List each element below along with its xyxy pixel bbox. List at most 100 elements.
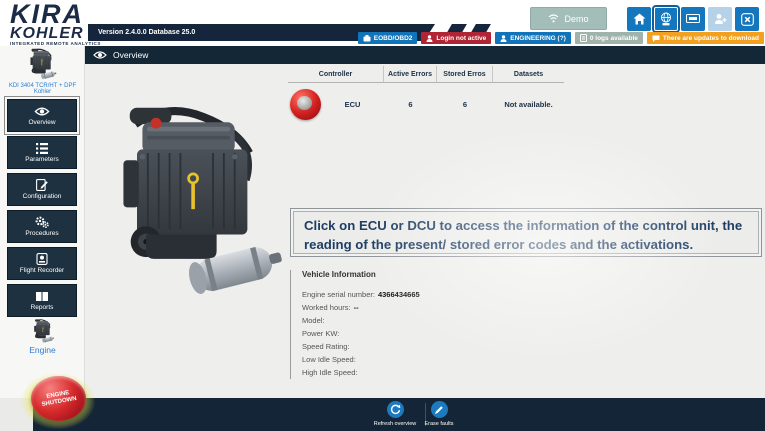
vehicle-info-row: Engine serial number:4366434665 [302, 288, 590, 301]
eraser-icon [434, 405, 444, 415]
field-label: Speed Rating: [302, 342, 350, 351]
table-header-controller: Controller [288, 66, 384, 82]
logs-icon [580, 34, 587, 42]
device-button[interactable] [681, 7, 705, 31]
table-header-stored-errors: Stored Erros [437, 66, 493, 82]
field-label: Worked hours: [302, 303, 351, 312]
table-header-datasets: Datasets [493, 66, 564, 82]
field-label: High Idle Speed: [302, 368, 357, 377]
vehicle-info-panel: Vehicle Information Engine serial number… [290, 270, 590, 379]
engine-image [99, 92, 289, 310]
add-user-icon [714, 13, 727, 25]
home-button[interactable] [627, 7, 651, 31]
vehicle-info-row: Model: [302, 314, 590, 327]
toolbar-icons [627, 7, 759, 31]
logo-kira-text: KIRA [10, 2, 120, 26]
demo-button[interactable]: Demo [530, 7, 607, 30]
eye-icon [93, 50, 107, 60]
page-title: Overview [113, 50, 148, 60]
demo-button-label: Demo [564, 14, 588, 24]
badge-updates[interactable]: There are updates to download [647, 32, 764, 44]
table-row-ecu[interactable]: ECU 6 6 Not available. [288, 83, 564, 125]
vehicle-info-row: Low Idle Speed: [302, 353, 590, 366]
badge-login-label: Login not active [436, 35, 486, 42]
engine-model-link[interactable]: KDI 3404 TCR/HT + DPF Kohler [0, 83, 85, 95]
ecu-icon[interactable] [290, 89, 321, 120]
footer-bar: Refresh overview Erase faults [33, 398, 765, 431]
field-label: Model: [302, 316, 325, 325]
ecu-active-errors: 6 [384, 100, 437, 109]
sidebar-item-reports[interactable]: Reports [7, 284, 77, 317]
add-user-button[interactable] [708, 7, 732, 31]
book-icon [35, 291, 49, 302]
sidebar-item-label: Flight Recorder [20, 267, 64, 274]
badge-logs[interactable]: 0 logs available [575, 32, 643, 44]
erase-faults-button[interactable]: Erase faults [409, 401, 469, 427]
user-icon [500, 35, 507, 42]
chat-icon [652, 35, 660, 42]
vehicle-info-row: Speed Rating: [302, 340, 590, 353]
device-icon [686, 14, 700, 25]
gears-icon [35, 216, 49, 228]
engine-icon [19, 318, 67, 344]
field-label: Low Idle Speed: [302, 355, 356, 364]
engine-thumbnail [11, 47, 73, 81]
edit-page-icon [36, 179, 48, 191]
sidebar-item-configuration[interactable]: Configuration [7, 173, 77, 206]
network-globe-icon [659, 12, 673, 26]
field-value: 4366434665 [378, 290, 420, 299]
logo-kohler-text: KOHLER [10, 26, 84, 41]
list-icon [36, 143, 48, 154]
obd-connector-icon [363, 35, 371, 42]
eye-icon [34, 106, 50, 117]
wifi-icon [548, 14, 559, 23]
sidebar-item-label: Parameters [25, 156, 59, 163]
vehicle-info-title: Vehicle Information [302, 270, 590, 279]
sidebar-item-overview[interactable]: Overview [7, 99, 77, 132]
badge-updates-label: There are updates to download [663, 35, 759, 42]
vehicle-info-row: High Idle Speed: [302, 366, 590, 379]
erase-faults-label: Erase faults [409, 421, 469, 427]
vehicle-info-row: Power KW: [302, 327, 590, 340]
engine-section-label: Engine [0, 345, 85, 355]
page-header: Overview [85, 46, 765, 64]
home-icon [633, 13, 646, 25]
kira-diagnostics-window: KIRA KOHLER INTEGRATED REMOTE ANALYTICS … [0, 0, 765, 431]
close-app-button[interactable] [735, 7, 759, 31]
sidebar-item-flight-recorder[interactable]: Flight Recorder [7, 247, 77, 280]
ecu-name: ECU [321, 100, 384, 109]
shutdown-label: ENGINE SHUTDOWN [40, 389, 77, 409]
status-badges: EOBD/OBD2 Login not active ENGINEERING (… [358, 32, 764, 44]
sidebar: KDI 3404 TCR/HT + DPF Kohler Overview Pa… [0, 46, 85, 398]
network-button[interactable] [654, 7, 678, 31]
sidebar-item-label: Reports [31, 304, 54, 311]
badge-eobd[interactable]: EOBD/OBD2 [358, 32, 418, 44]
field-label: Power KW: [302, 329, 339, 338]
recorder-icon [36, 253, 48, 265]
badge-eobd-label: EOBD/OBD2 [374, 35, 413, 42]
badge-logs-label: 0 logs available [590, 35, 638, 42]
field-value: -- [354, 303, 359, 312]
field-label: Engine serial number: [302, 290, 375, 299]
vehicle-info-row: Worked hours:-- [302, 301, 590, 314]
info-message-text: Click on ECU or DCU to access the inform… [293, 211, 759, 254]
sidebar-item-parameters[interactable]: Parameters [7, 136, 77, 169]
close-icon [741, 13, 754, 26]
table-header-row: Controller Active Errors Stored Erros Da… [288, 66, 564, 83]
engine-shutdown-button[interactable]: ENGINE SHUTDOWN [21, 373, 95, 429]
badge-login-status[interactable]: Login not active [421, 32, 491, 44]
sidebar-item-procedures[interactable]: Procedures [7, 210, 77, 243]
ecu-stored-errors: 6 [437, 100, 493, 109]
controller-table: Controller Active Errors Stored Erros Da… [288, 66, 564, 125]
main-content: Controller Active Errors Stored Erros Da… [85, 64, 765, 398]
user-icon [426, 35, 433, 42]
sidebar-item-label: Procedures [25, 230, 58, 237]
sidebar-item-label: Overview [28, 119, 55, 126]
badge-engineering-label: ENGINEERING (?) [510, 35, 566, 42]
sidebar-item-label: Configuration [23, 193, 62, 200]
ecu-datasets: Not available. [493, 100, 564, 109]
badge-engineering[interactable]: ENGINEERING (?) [495, 32, 571, 44]
refresh-icon [390, 404, 401, 415]
table-header-active-errors: Active Errors [384, 66, 437, 82]
sidebar-engine-section[interactable]: Engine [0, 318, 85, 355]
